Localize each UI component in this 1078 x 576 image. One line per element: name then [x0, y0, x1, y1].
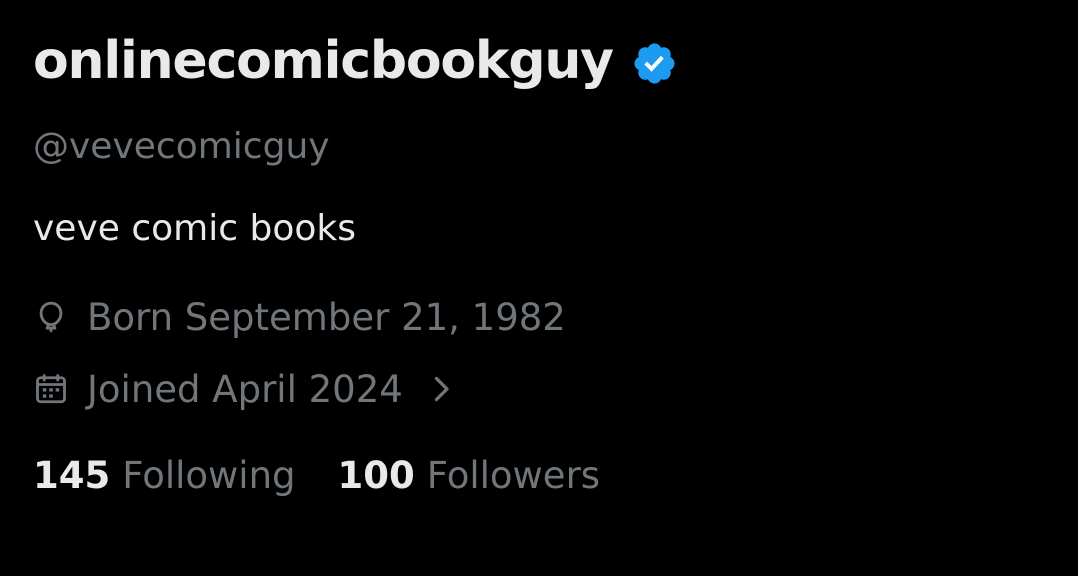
- joined-date-row[interactable]: Joined April 2024: [33, 366, 455, 412]
- handle: @vevecomicguy: [33, 126, 330, 167]
- follow-stats: 145 Following 100 Followers: [33, 452, 600, 498]
- chevron-right-icon[interactable]: [427, 371, 455, 407]
- calendar-icon: [33, 371, 69, 407]
- following-link[interactable]: 145 Following: [33, 454, 296, 497]
- name-row: onlinecomicbookguy: [33, 26, 678, 96]
- birth-date: Born September 21, 1982: [87, 295, 566, 339]
- balloon-icon: [33, 299, 69, 335]
- display-name: onlinecomicbookguy: [33, 31, 614, 91]
- followers-label: Followers: [426, 453, 601, 497]
- joined-date: Joined April 2024: [87, 367, 403, 411]
- birth-date-row: Born September 21, 1982: [33, 294, 566, 340]
- followers-link[interactable]: 100 Followers: [338, 454, 601, 497]
- following-count: 145: [33, 453, 111, 497]
- verified-badge-icon[interactable]: [631, 40, 678, 87]
- following-label: Following: [122, 453, 296, 497]
- bio: veve comic books: [33, 208, 356, 249]
- followers-count: 100: [337, 453, 415, 497]
